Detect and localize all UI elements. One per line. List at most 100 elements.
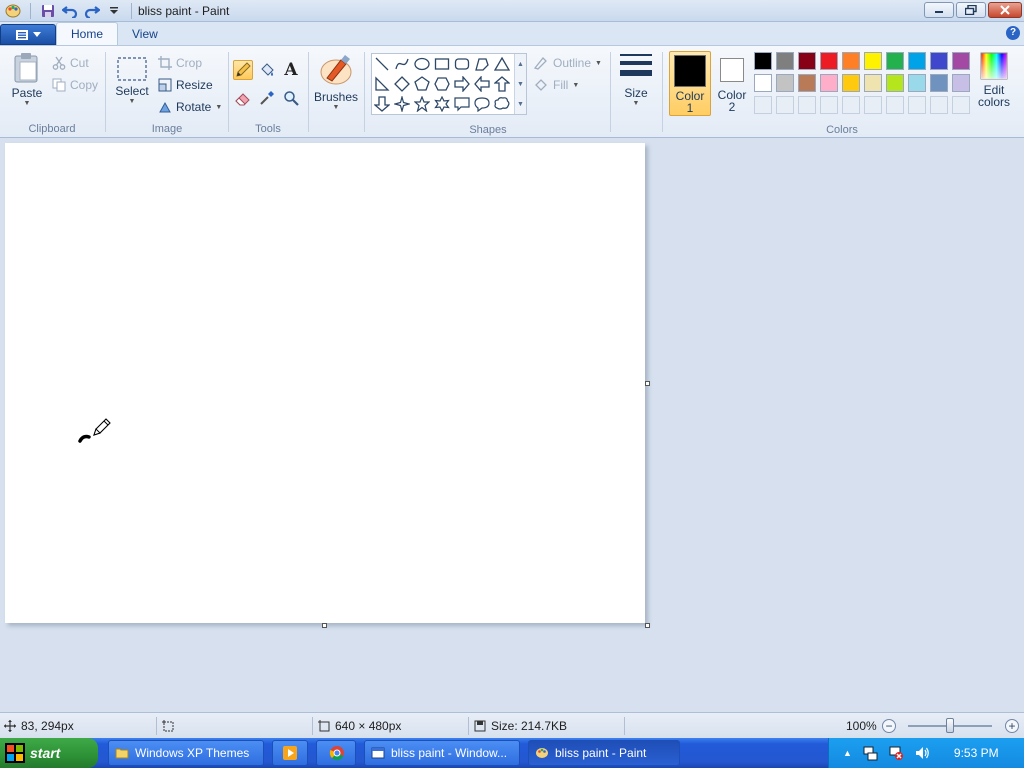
select-button[interactable]: Select ▼ xyxy=(112,56,152,105)
copy-label: Copy xyxy=(70,78,99,92)
color-picker-tool[interactable] xyxy=(257,88,277,108)
shape-oval-callout[interactable] xyxy=(472,94,492,114)
palette-color-swatch[interactable] xyxy=(908,52,926,70)
magnifier-tool[interactable] xyxy=(281,88,301,108)
tab-view[interactable]: View xyxy=(118,22,172,45)
eraser-tool[interactable] xyxy=(233,88,253,108)
shape-left-arrow[interactable] xyxy=(472,74,492,94)
shape-line[interactable] xyxy=(372,54,392,74)
fill-tool[interactable] xyxy=(257,60,277,80)
shape-triangle[interactable] xyxy=(492,54,512,74)
palette-color-swatch[interactable] xyxy=(798,74,816,92)
security-alert-icon[interactable] xyxy=(888,745,904,761)
taskbar-item-paint[interactable]: bliss paint - Paint xyxy=(528,740,680,766)
paste-button[interactable]: Paste ▼ xyxy=(8,52,46,107)
size-button[interactable]: Size ▼ xyxy=(616,52,656,107)
shape-oval[interactable] xyxy=(412,54,432,74)
shape-hexagon[interactable] xyxy=(432,74,452,94)
text-tool[interactable]: A xyxy=(281,60,301,80)
shape-up-arrow[interactable] xyxy=(492,74,512,94)
color2-button[interactable]: Color 2 xyxy=(713,51,751,116)
crop-button[interactable]: Crop xyxy=(158,53,202,73)
palette-color-swatch[interactable] xyxy=(820,74,838,92)
palette-color-swatch[interactable] xyxy=(842,52,860,70)
paint-app-icon[interactable] xyxy=(4,2,22,20)
taskbar-item-xp-themes[interactable]: Windows XP Themes xyxy=(108,740,264,766)
taskbar-item-bliss-window[interactable]: bliss paint - Window... xyxy=(364,740,520,766)
outline-label: Outline xyxy=(553,56,592,70)
scissors-icon xyxy=(52,56,66,70)
scroll-up-icon[interactable]: ▲ xyxy=(517,61,524,68)
image-group-label: Image xyxy=(151,123,183,135)
shape-rectangle[interactable] xyxy=(432,54,452,74)
resize-handle-corner[interactable] xyxy=(645,623,650,628)
shape-rectangular-callout[interactable] xyxy=(452,94,472,114)
tab-home[interactable]: Home xyxy=(56,22,119,45)
shape-five-point-star[interactable] xyxy=(412,94,432,114)
shape-six-point-star[interactable] xyxy=(432,94,452,114)
scroll-down-icon[interactable]: ▼ xyxy=(517,81,524,88)
palette-color-swatch[interactable] xyxy=(952,52,970,70)
palette-color-swatch[interactable] xyxy=(820,52,838,70)
shape-four-point-star[interactable] xyxy=(392,94,412,114)
taskbar-item-media-player[interactable] xyxy=(272,740,308,766)
palette-color-swatch[interactable] xyxy=(864,74,882,92)
palette-color-swatch[interactable] xyxy=(952,74,970,92)
customize-qat-icon[interactable] xyxy=(105,2,123,20)
drawing-canvas[interactable] xyxy=(5,143,645,623)
zoom-slider-thumb[interactable] xyxy=(946,718,954,733)
start-button[interactable]: start xyxy=(0,738,98,768)
pencil-tool[interactable] xyxy=(233,60,253,80)
brushes-button[interactable]: Brushes ▼ xyxy=(312,52,360,111)
redo-icon[interactable] xyxy=(83,2,101,20)
close-button[interactable] xyxy=(988,2,1022,18)
shape-polygon[interactable] xyxy=(472,54,492,74)
palette-color-swatch[interactable] xyxy=(776,52,794,70)
canvas-workspace[interactable] xyxy=(0,138,1024,712)
shape-down-arrow[interactable] xyxy=(372,94,392,114)
shape-cloud-callout[interactable] xyxy=(492,94,512,114)
palette-color-swatch[interactable] xyxy=(754,74,772,92)
palette-color-swatch[interactable] xyxy=(886,52,904,70)
help-icon[interactable]: ? xyxy=(1006,26,1020,40)
minimize-button[interactable] xyxy=(924,2,954,18)
zoom-in-button[interactable]: + xyxy=(1005,719,1019,733)
resize-button[interactable]: Resize xyxy=(158,75,213,95)
palette-color-swatch[interactable] xyxy=(908,74,926,92)
network-icon[interactable] xyxy=(862,745,878,761)
palette-color-swatch[interactable] xyxy=(930,52,948,70)
save-icon[interactable] xyxy=(39,2,57,20)
palette-color-swatch[interactable] xyxy=(754,52,772,70)
tray-expand-icon[interactable]: ▲ xyxy=(843,748,852,758)
shape-rounded-rectangle[interactable] xyxy=(452,54,472,74)
resize-handle-right[interactable] xyxy=(645,381,650,386)
fill-button[interactable]: Fill ▼ xyxy=(533,75,579,95)
palette-color-swatch[interactable] xyxy=(930,74,948,92)
cut-button[interactable]: Cut xyxy=(52,53,89,73)
shape-diamond[interactable] xyxy=(392,74,412,94)
shapes-scrollbar[interactable]: ▲ ▼ ▼ xyxy=(514,54,526,114)
rounded-rectangle-icon xyxy=(454,58,470,70)
restore-button[interactable] xyxy=(956,2,986,18)
taskbar-item-chrome[interactable] xyxy=(316,740,356,766)
outline-button[interactable]: Outline ▼ xyxy=(533,53,602,73)
palette-color-swatch[interactable] xyxy=(798,52,816,70)
shape-pentagon[interactable] xyxy=(412,74,432,94)
copy-button[interactable]: Copy xyxy=(52,75,98,95)
rotate-button[interactable]: Rotate ▼ xyxy=(158,97,222,117)
palette-color-swatch[interactable] xyxy=(864,52,882,70)
resize-handle-bottom[interactable] xyxy=(322,623,327,628)
palette-color-swatch[interactable] xyxy=(842,74,860,92)
volume-icon[interactable] xyxy=(914,745,930,761)
expand-gallery-icon[interactable]: ▼ xyxy=(517,101,524,108)
shape-right-triangle[interactable] xyxy=(372,74,392,94)
shape-curve[interactable] xyxy=(392,54,412,74)
palette-color-swatch[interactable] xyxy=(886,74,904,92)
undo-icon[interactable] xyxy=(61,2,79,20)
palette-color-swatch[interactable] xyxy=(776,74,794,92)
zoom-out-button[interactable]: − xyxy=(882,719,896,733)
edit-colors-button[interactable]: Edit colors xyxy=(976,52,1012,108)
paint-menu-button[interactable] xyxy=(0,24,56,45)
color1-button[interactable]: Color 1 xyxy=(669,51,711,116)
shape-right-arrow[interactable] xyxy=(452,74,472,94)
